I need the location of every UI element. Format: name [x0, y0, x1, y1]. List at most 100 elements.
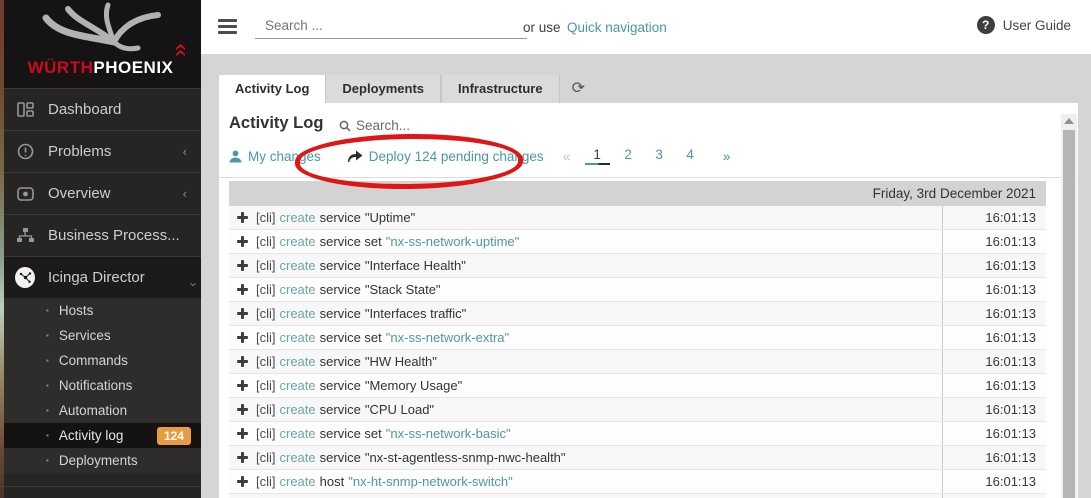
activity-row-text: [cli]createhost"nx-ht-snmp-network-switc…: [229, 474, 942, 489]
sidebar-item-automation[interactable]: ▪Automation: [0, 398, 201, 423]
activity-row-text: [cli]createservice"Uptime": [229, 210, 942, 225]
object-name: "Interfaces traffic": [365, 306, 466, 321]
deploy-arrow-icon: [347, 150, 363, 163]
activity-row[interactable]: [cli]createservice"HW Health"16:01:13: [229, 350, 1046, 374]
sidebar-item-hosts[interactable]: ▪Hosts: [0, 298, 201, 323]
object-name: "Memory Usage": [365, 378, 462, 393]
quick-navigation-link[interactable]: Quick navigation: [567, 20, 667, 35]
object-name-link[interactable]: "nx-ss-network-uptime": [386, 234, 520, 249]
activity-row-text: [cli]createservice set"nx-ss-network-bas…: [229, 426, 942, 441]
tab-bar: Activity Log Deployments Infrastructure …: [219, 75, 585, 103]
pagination-page-4[interactable]: 4: [681, 147, 700, 165]
plus-icon: [237, 452, 248, 463]
chevron-down-icon: ‹: [184, 268, 199, 286]
object-name-link[interactable]: "nx-ss-network-basic": [386, 426, 511, 441]
plus-icon: [237, 332, 248, 343]
sidebar-item-notifications[interactable]: ▪ Notifications: [0, 373, 201, 398]
pagination-page-2[interactable]: 2: [619, 147, 638, 165]
chevron-left-icon: ‹: [183, 186, 201, 201]
pagination-page-1[interactable]: 1: [588, 147, 607, 165]
object-name: "Stack State": [365, 282, 441, 297]
refresh-icon[interactable]: ⟳: [572, 75, 585, 103]
activity-row[interactable]: [cli]createhost"nx-ht-snmp-network-switc…: [229, 470, 1046, 494]
sidebar-item-history[interactable]: History: [0, 486, 201, 498]
brand-flame-icon: [175, 44, 186, 57]
activity-row-text: [cli]createservice"nx-st-agentless-snmp-…: [229, 450, 942, 465]
activity-row[interactable]: [cli]createservice"Stack State"16:01:13: [229, 278, 1046, 302]
pagination-prev[interactable]: «: [558, 148, 576, 164]
bullet-icon: ▪: [46, 456, 49, 465]
plus-icon: [237, 284, 248, 295]
object-name: "Interface Health": [365, 258, 466, 273]
sidebar-item-label: Deployments: [59, 453, 138, 468]
pagination-page-3[interactable]: 3: [650, 147, 669, 165]
object-name-link[interactable]: "nx-ht-snmp-network-switch": [348, 474, 513, 489]
object-name-link[interactable]: "nx-ss-network-extra": [386, 330, 509, 345]
scrollbar-thumb[interactable]: [1063, 130, 1075, 498]
sidebar-item-label: Overview: [48, 185, 111, 202]
activity-row[interactable]: [cli]createservice"CPU Load"16:01:13: [229, 398, 1046, 422]
chevron-left-icon: ‹: [183, 144, 201, 159]
activity-time: 16:01:13: [942, 422, 1046, 445]
sidebar-item-label: Notifications: [59, 378, 133, 393]
sidebar-item-label: Commands: [59, 353, 128, 368]
table-date-header: Friday, 3rd December 2021: [229, 181, 1046, 206]
sidebar-item-label: Icinga Director: [48, 269, 145, 286]
bullet-icon: ▪: [46, 431, 49, 440]
page-title: Activity Log: [229, 114, 323, 133]
sidebar-item-problems[interactable]: Problems ‹: [0, 130, 201, 172]
activity-row[interactable]: [cli]createservice"Uptime"16:01:13: [229, 206, 1046, 230]
global-search-input[interactable]: [255, 12, 527, 39]
sidebar-item-activity-log[interactable]: ▪Activity log124: [0, 423, 201, 448]
topbar: or use Quick navigation ? User Guide: [201, 0, 1091, 54]
bullet-icon: ▪: [46, 381, 49, 390]
activity-log-panel: Activity Log Search... My changes Deploy…: [219, 103, 1078, 498]
sidebar-item-deployments[interactable]: ▪ Deployments: [0, 448, 201, 473]
activity-row[interactable]: [cli]createservice"Interfaces traffic"16…: [229, 302, 1046, 326]
vertical-scrollbar[interactable]: [1061, 114, 1077, 498]
activity-row[interactable]: [cli]createhost"nx-ht-snmp-network-switc…: [229, 494, 1046, 498]
activity-table: Friday, 3rd December 2021 [cli]createser…: [229, 181, 1046, 498]
activity-row[interactable]: [cli]createservice"nx-st-agentless-snmp-…: [229, 446, 1046, 470]
user-guide-label: User Guide: [1003, 18, 1071, 33]
user-guide-link[interactable]: ? User Guide: [977, 16, 1071, 34]
object-name: "CPU Load": [365, 402, 434, 417]
activity-search-placeholder: Search...: [356, 118, 410, 133]
sidebar-item-icinga-director[interactable]: Icinga Director ‹: [0, 256, 201, 298]
bullet-icon: ▪: [46, 331, 49, 340]
activity-time: 16:01:13: [942, 374, 1046, 397]
tab-deployments[interactable]: Deployments: [325, 75, 441, 103]
sidebar-accent-strip: [0, 0, 4, 498]
activity-row[interactable]: [cli]createservice"Memory Usage"16:01:13: [229, 374, 1046, 398]
sidebar-item-commands[interactable]: ▪Commands: [0, 348, 201, 373]
sidebar-item-business-process[interactable]: Business Process...: [0, 214, 201, 256]
search-icon: [339, 120, 351, 132]
tab-infrastructure[interactable]: Infrastructure: [441, 75, 560, 103]
my-changes-link[interactable]: My changes: [229, 149, 321, 164]
activity-time: 16:01:13: [942, 350, 1046, 373]
sidebar-item-services[interactable]: ▪ Services: [0, 323, 201, 348]
pagination-next[interactable]: »: [718, 148, 736, 164]
activity-row-text: [cli]createservice set"nx-ss-network-ext…: [229, 330, 942, 345]
plus-icon: [237, 428, 248, 439]
activity-row[interactable]: [cli]createservice set"nx-ss-network-bas…: [229, 422, 1046, 446]
activity-row[interactable]: [cli]createservice set"nx-ss-network-upt…: [229, 230, 1046, 254]
sidebar-item-overview[interactable]: Overview ‹: [0, 172, 201, 214]
activity-search[interactable]: Search...: [339, 118, 410, 133]
activity-row-text: [cli]createservice"HW Health": [229, 354, 942, 369]
activity-row[interactable]: [cli]createservice set"nx-ss-network-ext…: [229, 326, 1046, 350]
brand-name: WÜRTHPHOENIX: [0, 58, 201, 78]
scroll-up-icon[interactable]: [1061, 114, 1077, 128]
sidebar-item-label: Automation: [59, 403, 127, 418]
user-icon: [229, 150, 242, 163]
plus-icon: [237, 260, 248, 271]
sidebar-item-label: Services: [59, 328, 111, 343]
deploy-pending-changes-link[interactable]: Deploy 124 pending changes: [347, 149, 544, 164]
sidebar-item-dashboard[interactable]: Dashboard: [0, 88, 201, 130]
pagination: « 1234 »: [558, 147, 736, 165]
menu-icon[interactable]: [218, 19, 237, 37]
brand-logo[interactable]: WÜRTHPHOENIX: [0, 0, 201, 88]
plus-icon: [237, 356, 248, 367]
activity-row[interactable]: [cli]createservice"Interface Health"16:0…: [229, 254, 1046, 278]
tab-activity-log[interactable]: Activity Log: [219, 75, 325, 103]
